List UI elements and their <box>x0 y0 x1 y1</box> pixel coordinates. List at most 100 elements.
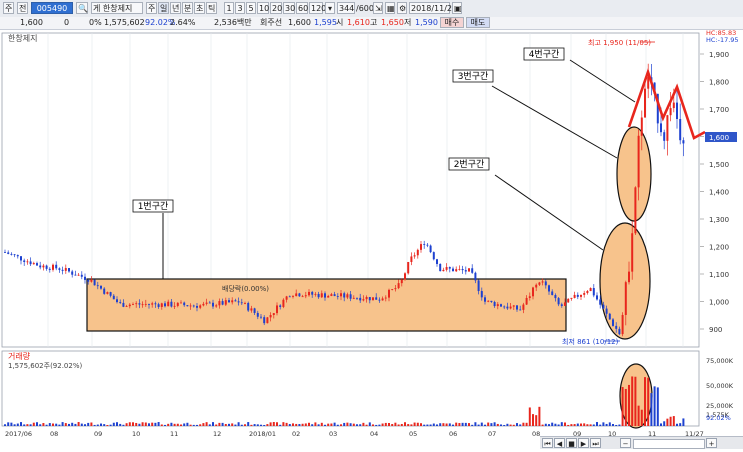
count-field[interactable]: 344 <box>337 2 355 14</box>
scroll-next-icon[interactable]: ▶ <box>578 438 589 448</box>
candle-body <box>359 297 362 301</box>
candle-body <box>480 291 483 298</box>
candle-body <box>132 304 134 305</box>
interval-5-button[interactable]: 5 <box>246 2 256 14</box>
interval-20-button[interactable]: 20 <box>270 2 282 14</box>
stock-name-field[interactable]: 게 한창제지 <box>91 2 143 14</box>
period-tick-button[interactable]: 틱 <box>206 2 217 14</box>
candle-body <box>167 301 170 307</box>
period-day-button[interactable]: 일 <box>158 2 169 14</box>
interval-1-button[interactable]: 1 <box>224 2 234 14</box>
scroll-first-icon[interactable]: ⏮ <box>542 438 553 448</box>
volume-bar <box>215 424 218 426</box>
volume-bar <box>317 424 320 426</box>
volume-ratio-label: 92.02% <box>706 414 731 422</box>
settings-icon[interactable]: ⚙ <box>397 2 407 14</box>
volume-bar <box>247 422 250 426</box>
stop-icon[interactable]: ■ <box>566 438 577 448</box>
candle-body <box>551 291 554 296</box>
volume-bar <box>496 423 499 426</box>
all-button[interactable]: 전 <box>17 2 28 14</box>
period-second-button[interactable]: 초 <box>194 2 205 14</box>
candle-body <box>154 303 157 305</box>
scroll-track[interactable] <box>633 439 705 449</box>
price-axis: 1,900 1,800 1,700 1,600 1,500 1,400 1,300 1,200… <box>700 51 729 334</box>
menu-button[interactable]: 주 <box>3 2 14 14</box>
volume-bar <box>61 422 64 426</box>
low-value: 1,590 <box>415 18 438 27</box>
interval-120-button[interactable]: 120 <box>309 2 326 14</box>
candle-body <box>80 274 83 277</box>
volume-bar <box>400 423 403 426</box>
volume-bar <box>532 414 534 426</box>
candle-body <box>317 293 320 298</box>
candle-body <box>74 274 77 276</box>
candle-body <box>624 282 627 315</box>
candle-body <box>586 291 589 294</box>
calendar-icon[interactable]: ▣ <box>452 2 462 14</box>
volume-bar <box>605 423 608 426</box>
buy-button[interactable]: 매수 <box>440 17 464 28</box>
volume-bar <box>592 424 595 426</box>
candle-body <box>490 300 493 302</box>
scroll-last-icon[interactable]: ⏭ <box>590 438 601 448</box>
search-icon[interactable]: 🔍 <box>76 2 88 14</box>
candle-body <box>423 244 426 245</box>
volume-bar <box>541 424 544 426</box>
zoom-out-icon[interactable]: − <box>620 438 631 448</box>
volume-bar <box>384 422 387 426</box>
candle-body <box>400 279 403 284</box>
date-field[interactable]: 2018/11/27 <box>409 2 457 14</box>
candle-body <box>615 325 618 329</box>
candle-body <box>576 294 579 297</box>
zoom-icon[interactable]: ⇲ <box>373 2 383 14</box>
period-week-button[interactable]: 주 <box>146 2 157 14</box>
candle-body <box>349 294 352 299</box>
candle-body <box>448 267 451 269</box>
period-year-button[interactable]: 년 <box>170 2 181 14</box>
price-tick-label: 1,200 <box>709 244 729 252</box>
volume-bar <box>349 423 352 426</box>
grid-icon[interactable]: ▦ <box>385 2 395 14</box>
volume-bar <box>352 423 355 426</box>
candle-body <box>340 293 342 297</box>
candle-body <box>538 282 541 285</box>
candle-body <box>263 317 266 324</box>
volume-bar <box>311 424 314 426</box>
scroll-prev-icon[interactable]: ◀ <box>554 438 565 448</box>
interval-60-button[interactable]: 60 <box>296 2 308 14</box>
candle-body <box>292 296 294 297</box>
candle-body <box>365 297 368 300</box>
volume-bar <box>138 423 141 426</box>
volume-bar <box>589 424 592 426</box>
candle-body <box>660 123 662 133</box>
interval-3-button[interactable]: 3 <box>235 2 245 14</box>
volume-bar <box>506 423 509 426</box>
date-tick-label: 11 <box>170 430 178 438</box>
volume-bar <box>484 424 486 426</box>
candle-body <box>42 265 45 268</box>
zoom-in-icon[interactable]: + <box>706 438 717 448</box>
volume-bar <box>576 423 579 426</box>
price-tick-label: 1,000 <box>709 299 729 307</box>
candle-body <box>135 303 138 305</box>
volume-bar <box>256 424 259 426</box>
volume-bar <box>672 416 675 426</box>
dropdown-icon[interactable]: ▾ <box>325 2 335 14</box>
candle-body <box>506 306 509 309</box>
candle-body <box>87 279 90 282</box>
period-minute-button[interactable]: 분 <box>182 2 193 14</box>
stock-code-field[interactable]: 005490 <box>31 2 73 14</box>
stock-chart[interactable]: 1번구간 2번구간 3번구간 4번구간 최고 1,950 (11/05) 최저 … <box>0 29 743 452</box>
candle-body <box>55 264 58 269</box>
date-tick-label: 06 <box>449 430 457 438</box>
candle-body <box>573 294 576 298</box>
volume-bar <box>477 424 480 426</box>
volume-bar <box>586 424 589 426</box>
volume-bar <box>634 376 637 426</box>
interval-10-button[interactable]: 10 <box>257 2 269 14</box>
interval-30-button[interactable]: 30 <box>283 2 295 14</box>
volume-bar <box>346 422 349 426</box>
candle-body <box>592 288 595 296</box>
sell-button[interactable]: 매도 <box>466 17 490 28</box>
